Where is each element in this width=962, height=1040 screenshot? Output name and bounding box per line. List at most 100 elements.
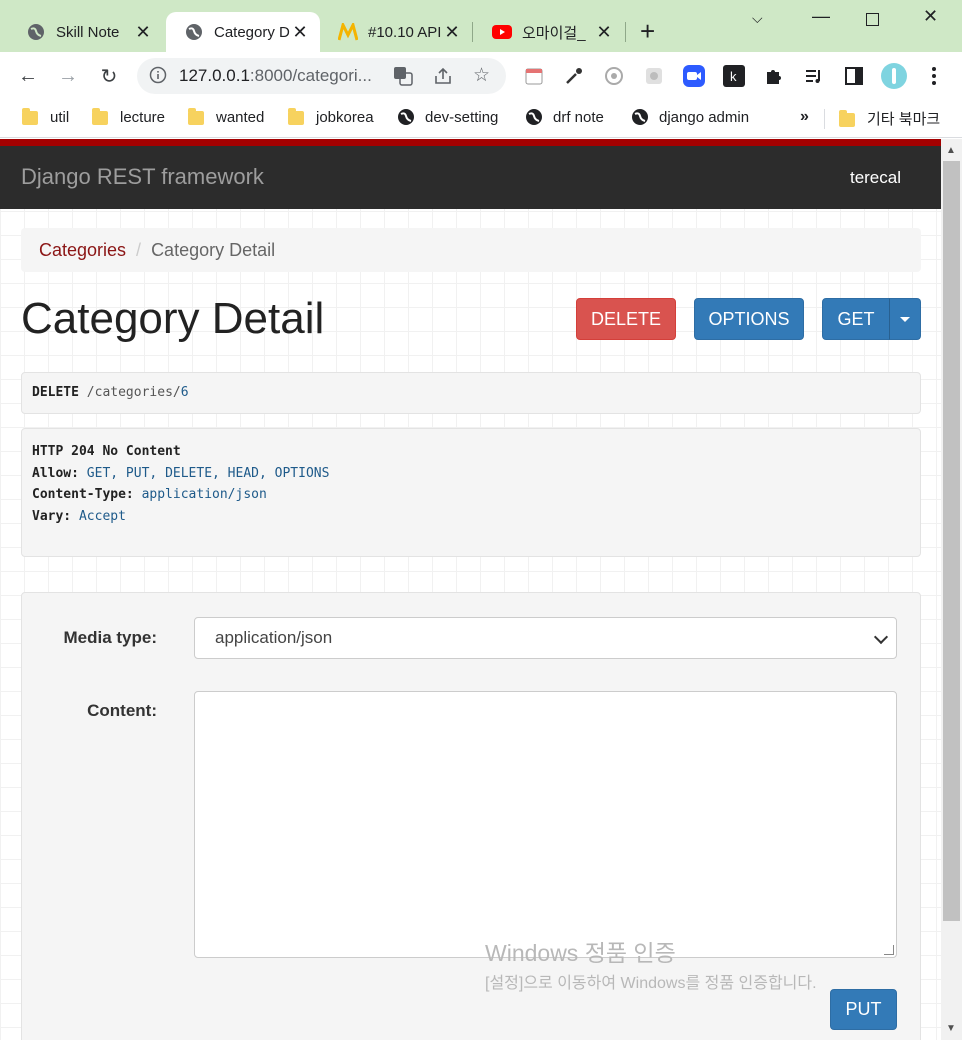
bookmark-dev-setting[interactable]: dev-setting — [397, 108, 498, 126]
new-tab-button[interactable]: + — [640, 18, 655, 44]
header-key: Vary: — [32, 508, 72, 524]
bookmark-label: lecture — [120, 108, 166, 126]
folder-icon — [92, 108, 110, 126]
close-window-button[interactable]: ✕ — [923, 6, 938, 27]
globe-icon — [525, 108, 543, 126]
tab-youtube[interactable]: 오마이걸_ ✕ — [474, 12, 624, 52]
delete-button[interactable]: DELETE — [576, 298, 676, 340]
folder-icon — [839, 109, 857, 128]
close-tab-icon[interactable]: ✕ — [133, 22, 153, 43]
extension-ring-icon[interactable] — [600, 62, 628, 90]
user-menu[interactable]: terecal — [850, 168, 901, 188]
bookmark-util[interactable]: util — [22, 108, 69, 126]
bookmark-jobkorea[interactable]: jobkorea — [288, 108, 374, 126]
menu-kebab-icon[interactable] — [920, 62, 948, 90]
extensions-puzzle-icon[interactable] — [760, 62, 788, 90]
more-bookmarks-button[interactable]: » — [800, 108, 809, 126]
media-type-value: application/json — [215, 628, 333, 647]
close-tab-icon[interactable]: ✕ — [290, 22, 310, 43]
zoom-icon[interactable] — [680, 62, 708, 90]
tab-search-icon[interactable]: ⌵ — [752, 10, 763, 27]
resize-grip-icon[interactable] — [884, 945, 894, 955]
get-button[interactable]: GET — [822, 298, 890, 340]
request-info: DELETE /categories/6 — [21, 372, 921, 414]
translate-icon[interactable] — [393, 66, 413, 86]
put-button[interactable]: PUT — [830, 989, 897, 1030]
eyedropper-icon[interactable] — [560, 62, 588, 90]
bookmark-lecture[interactable]: lecture — [92, 108, 165, 126]
content-textarea[interactable] — [194, 691, 897, 958]
bookmarks-divider — [824, 109, 825, 129]
site-info-icon[interactable] — [149, 66, 169, 86]
scroll-down-arrow-icon[interactable]: ▼ — [946, 1023, 956, 1034]
forward-icon[interactable]: → — [54, 62, 82, 90]
url-text: 127.0.0.1:8000/categori... — [179, 66, 372, 86]
address-bar[interactable]: 127.0.0.1:8000/categori... ☆ — [137, 58, 506, 94]
header-key: Content-Type: — [32, 487, 134, 502]
maximize-button[interactable] — [866, 10, 879, 31]
profile-avatar[interactable] — [880, 62, 908, 90]
brand-link[interactable]: Django REST framework — [21, 164, 264, 190]
bookmark-drf-note[interactable]: drf note — [525, 108, 604, 126]
top-accent-bar — [0, 139, 941, 146]
response-header: Content-Type: application/json — [32, 484, 910, 506]
scrollbar-thumb[interactable] — [943, 161, 960, 921]
tab-category-detail[interactable]: Category D ✕ — [166, 12, 320, 52]
bookmark-django-admin[interactable]: django admin — [631, 108, 749, 126]
chevron-down-icon — [873, 629, 889, 645]
response-info: HTTP 204 No Content Allow: GET, PUT, DEL… — [21, 428, 921, 557]
tab-strip: Skill Note ✕ Category D ✕ #10.10 API ✕ 오… — [0, 0, 962, 52]
close-tab-icon[interactable]: ✕ — [442, 22, 462, 43]
request-method: DELETE — [32, 385, 79, 400]
windows-activation-watermark-text: [설정]으로 이동하여 Windows를 정품 인증합니다. — [485, 975, 817, 992]
content-label: Content: — [87, 701, 157, 720]
request-path-id: 6 — [180, 385, 189, 400]
share-icon[interactable] — [433, 66, 453, 86]
close-tab-icon[interactable]: ✕ — [594, 22, 614, 43]
media-type-label: Media type: — [63, 628, 157, 647]
bookmark-label: drf note — [553, 108, 604, 126]
tab-title: #10.10 API — [368, 23, 442, 41]
tab-api-lecture[interactable]: #10.10 API ✕ — [320, 12, 472, 52]
header-key: Allow: — [32, 465, 79, 481]
bookmark-label: wanted — [216, 108, 265, 126]
extension-calendar-icon[interactable] — [520, 62, 548, 90]
options-button[interactable]: OPTIONS — [694, 298, 804, 340]
bookmark-star-icon[interactable]: ☆ — [473, 66, 493, 86]
url-path: :8000/categori... — [249, 66, 372, 85]
caret-down-icon — [900, 316, 910, 322]
page-viewport: Django REST framework terecal Categories… — [0, 139, 941, 1040]
breadcrumb-categories-link[interactable]: Categories — [39, 240, 126, 260]
bookmark-wanted[interactable]: wanted — [188, 108, 264, 126]
minimize-button[interactable]: — — [812, 6, 830, 27]
globe-icon — [26, 22, 46, 42]
tab-skill-note[interactable]: Skill Note ✕ — [8, 12, 163, 52]
folder-icon — [188, 108, 206, 126]
bookmark-label: django admin — [659, 108, 750, 126]
header-value: GET, PUT, DELETE, HEAD, OPTIONS — [86, 465, 330, 481]
breadcrumb-separator: / — [136, 240, 142, 260]
media-type-select[interactable]: application/json — [194, 617, 897, 659]
bookmark-label: dev-setting — [425, 108, 499, 126]
svg-text:k: k — [730, 69, 737, 84]
k-extension-icon[interactable]: k — [720, 62, 748, 90]
extension-gear-icon[interactable] — [640, 62, 668, 90]
response-status: HTTP 204 No Content — [32, 444, 181, 459]
folder-icon — [288, 108, 306, 126]
browser-toolbar: ← → ↻ 127.0.0.1:8000/categori... ☆ k — [0, 52, 962, 100]
folder-icon — [22, 108, 40, 126]
side-panel-icon[interactable] — [840, 62, 868, 90]
globe-icon — [184, 22, 204, 42]
other-bookmarks[interactable]: 기타 북마크 — [839, 108, 940, 129]
get-format-dropdown[interactable] — [889, 298, 921, 340]
drf-navbar: Django REST framework terecal — [0, 146, 941, 209]
scroll-up-arrow-icon[interactable]: ▲ — [946, 145, 956, 156]
tab-title: 오마이걸_ — [522, 24, 586, 42]
youtube-icon — [492, 22, 512, 42]
page-scrollbar[interactable]: ▲ ▼ — [941, 139, 962, 1040]
back-icon[interactable]: ← — [14, 62, 42, 90]
url-host: 127.0.0.1 — [179, 66, 250, 85]
header-value: Accept — [78, 508, 126, 524]
media-control-icon[interactable] — [800, 62, 828, 90]
reload-icon[interactable]: ↻ — [95, 62, 123, 90]
